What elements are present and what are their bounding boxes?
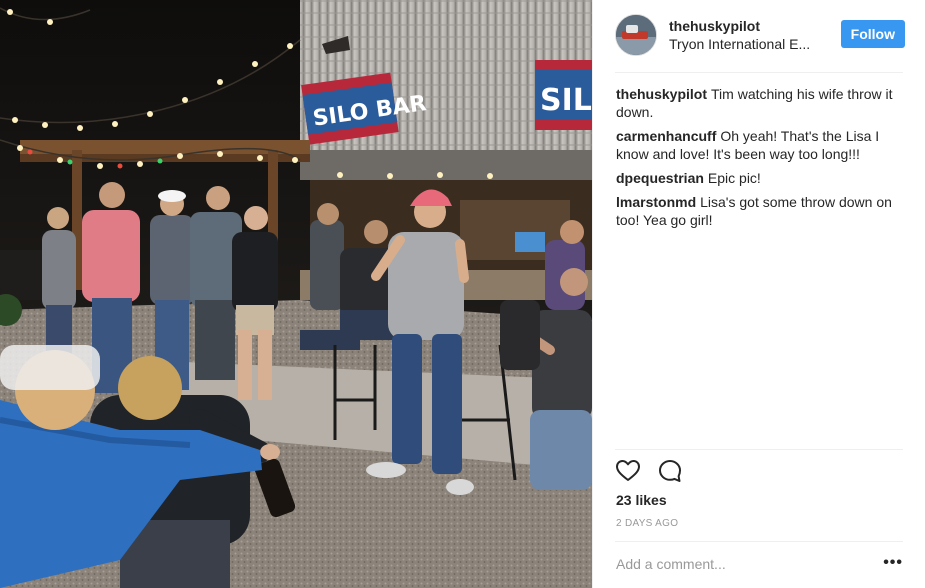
actions-divider	[615, 449, 903, 450]
comment-item: thehuskypilot Tim watching his wife throw…	[616, 85, 906, 121]
follow-button[interactable]: Follow	[840, 20, 905, 48]
heart-icon[interactable]	[615, 458, 641, 484]
location[interactable]: Tryon International E...	[669, 35, 829, 53]
post-photo[interactable]: SILO BAR SILO BAR	[0, 0, 592, 588]
comment-item: dpequestrian Epic pic!	[616, 169, 906, 187]
comment-author[interactable]: dpequestrian	[616, 170, 704, 186]
comment-author[interactable]: thehuskypilot	[616, 86, 707, 102]
party-scene-illustration: SILO BAR SILO BAR	[0, 0, 592, 588]
comment-item: carmenhancuff Oh yeah! That's the Lisa I …	[616, 127, 906, 163]
header-text: thehuskypilot Tryon International E...	[669, 17, 839, 53]
avatar-image	[616, 15, 656, 55]
comment-text: Epic pic!	[707, 170, 761, 186]
more-options-icon[interactable]: •••	[883, 555, 903, 571]
comment-item: lmarstonmd Lisa's got some throw down on …	[616, 193, 906, 229]
comment-author[interactable]: carmenhancuff	[616, 128, 716, 144]
post-details-panel: thehuskypilot Tryon International E... F…	[592, 0, 925, 588]
comment-input-divider	[615, 541, 903, 542]
avatar[interactable]	[615, 14, 657, 56]
silo-bar-sign-right: SILO BAR	[540, 83, 592, 118]
comments-list: thehuskypilot Tim watching his wife throw…	[616, 85, 906, 235]
comment-bubble-icon[interactable]	[657, 458, 683, 484]
comment-author[interactable]: lmarstonmd	[616, 194, 696, 210]
post-date[interactable]: 2 DAYS AGO	[616, 518, 678, 529]
instagram-post: SILO BAR SILO BAR	[0, 0, 925, 588]
post-actions	[615, 458, 683, 484]
post-header: thehuskypilot Tryon International E... F…	[615, 12, 905, 58]
header-divider	[615, 72, 903, 73]
username[interactable]: thehuskypilot	[669, 17, 839, 35]
add-comment-input[interactable]	[616, 556, 856, 572]
likes-count[interactable]: 23 likes	[616, 492, 667, 508]
